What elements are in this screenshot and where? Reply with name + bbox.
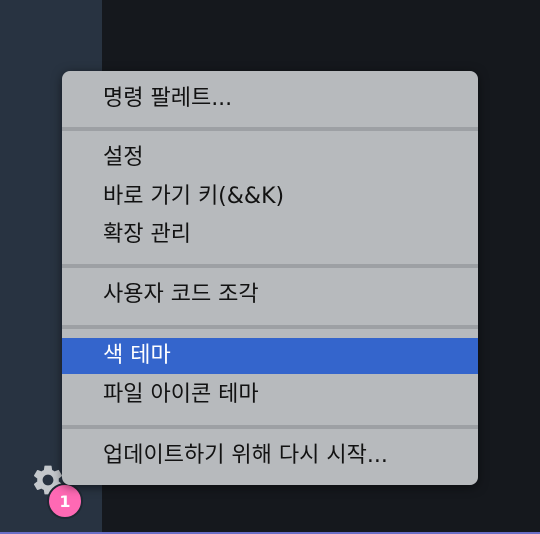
menu-separator [62,264,478,268]
menu-separator [62,425,478,429]
menu-item-extensions[interactable]: 확장 관리 [62,217,478,253]
menu-item-keyboard-shortcuts[interactable]: 바로 가기 키(&&K) [62,179,478,215]
menu-separator [62,325,478,329]
menu-item-color-theme[interactable]: 색 테마 [62,338,478,374]
notification-badge: 1 [47,483,83,519]
menu-separator [62,127,478,131]
menu-item-settings[interactable]: 설정 [62,140,478,176]
menu-item-command-palette[interactable]: 명령 팔레트... [62,81,478,117]
menu-item-user-snippets[interactable]: 사용자 코드 조각 [62,277,478,313]
manage-context-menu: 명령 팔레트... 설정 바로 가기 키(&&K) 확장 관리 사용자 코드 조… [62,71,478,485]
menu-item-file-icon-theme[interactable]: 파일 아이콘 테마 [62,377,478,413]
menu-item-restart-to-update[interactable]: 업데이트하기 위해 다시 시작... [62,438,478,474]
